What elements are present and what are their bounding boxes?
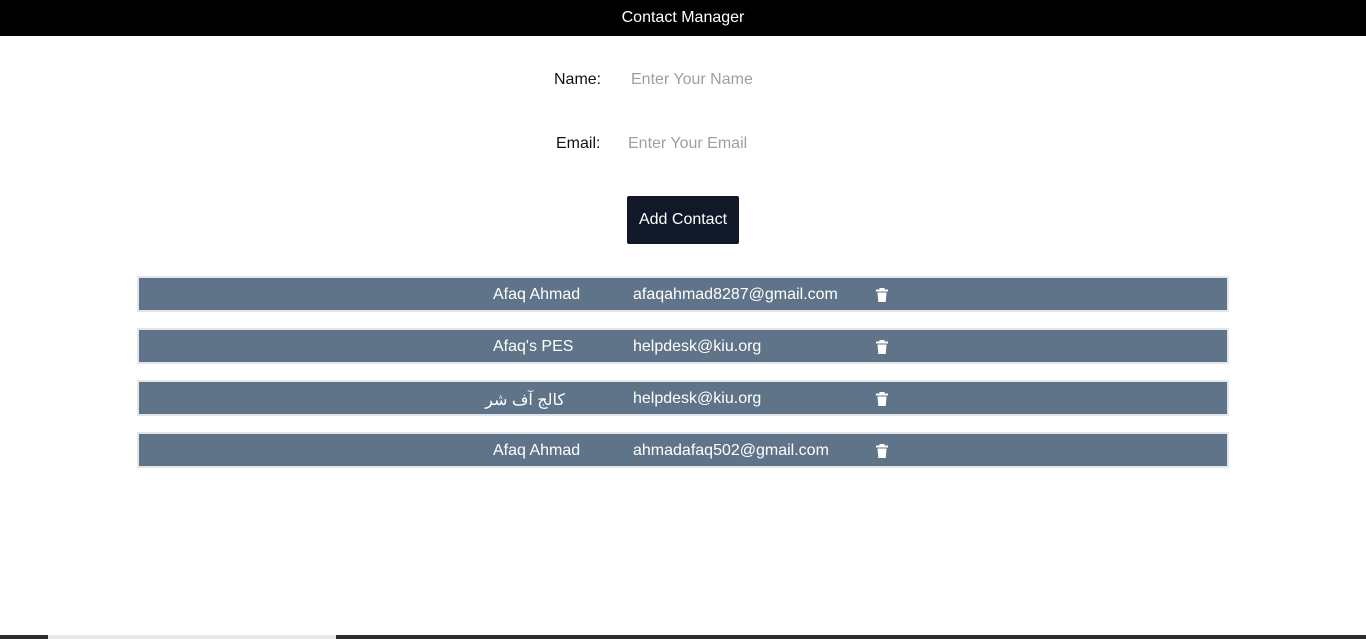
contact-name: Afaq Ahmad	[493, 286, 581, 303]
contact-row: Afaq Ahmad afaqahmad8287@gmail.com	[137, 276, 1229, 312]
email-input[interactable]	[628, 132, 828, 156]
contact-email: helpdesk@kiu.org	[633, 338, 762, 355]
trash-icon[interactable]	[875, 340, 889, 354]
name-input[interactable]	[631, 68, 831, 92]
bottom-edge-segment	[48, 635, 336, 639]
name-label: Name:	[554, 71, 602, 88]
name-row: Name:	[554, 68, 831, 92]
contact-name: Afaq Ahmad	[493, 442, 581, 459]
trash-icon[interactable]	[875, 444, 889, 458]
app-header: Contact Manager	[0, 0, 1366, 36]
contact-row: کالج آف شر helpdesk@kiu.org	[137, 380, 1229, 416]
contact-row: Afaq Ahmad ahmadafaq502@gmail.com	[137, 432, 1229, 468]
contact-email: ahmadafaq502@gmail.com	[633, 442, 829, 459]
email-label: Email:	[556, 135, 601, 152]
bottom-edge	[0, 635, 1366, 639]
trash-icon[interactable]	[875, 392, 889, 406]
email-row: Email:	[556, 132, 828, 156]
contact-name: کالج آف شر	[485, 392, 565, 409]
contact-list: Afaq Ahmad afaqahmad8287@gmail.com Afaq'…	[137, 276, 1229, 484]
trash-icon[interactable]	[875, 288, 889, 302]
contact-email: helpdesk@kiu.org	[633, 390, 762, 407]
app-title: Contact Manager	[621, 9, 745, 26]
contact-email: afaqahmad8287@gmail.com	[633, 286, 838, 303]
contact-name: Afaq's PES	[493, 338, 574, 355]
contact-row: Afaq's PES helpdesk@kiu.org	[137, 328, 1229, 364]
add-contact-button[interactable]: Add Contact	[627, 196, 739, 244]
